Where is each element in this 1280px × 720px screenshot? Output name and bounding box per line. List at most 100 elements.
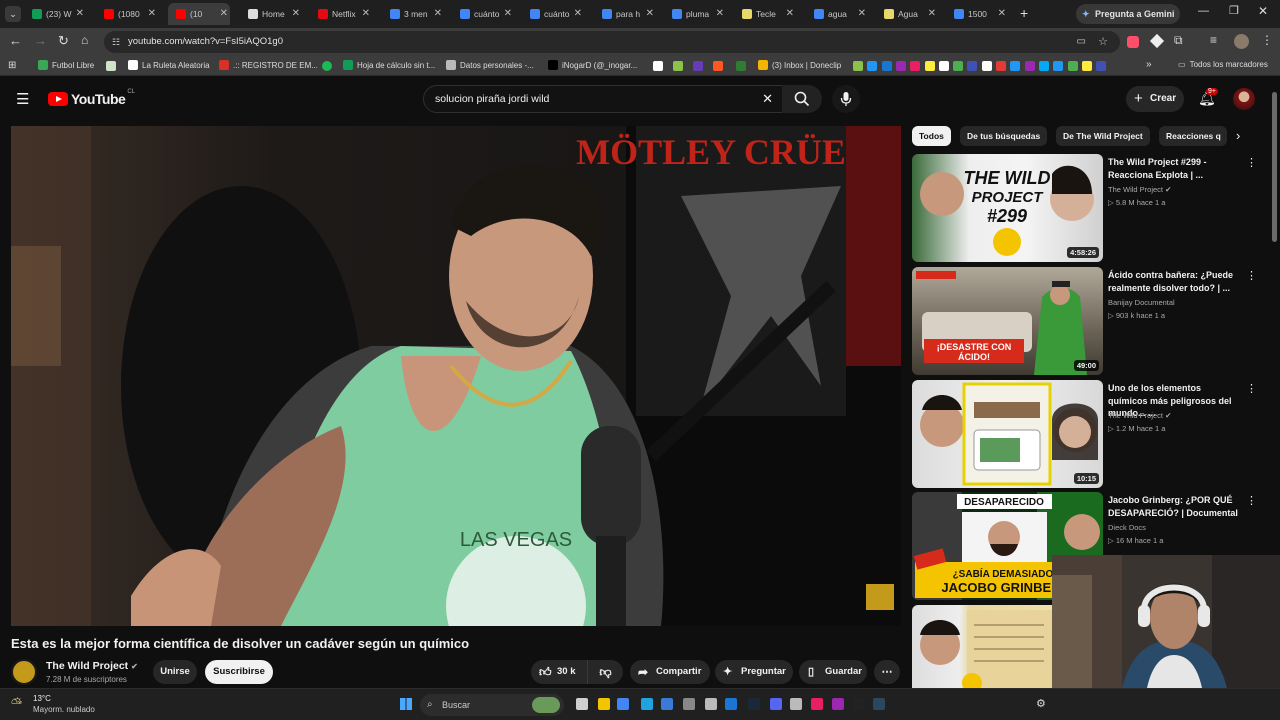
bookmark-star-icon[interactable]: ☆	[1098, 31, 1108, 53]
chip-de-the-wild-project[interactable]: De The Wild Project	[1056, 126, 1150, 146]
clear-search-icon[interactable]: ✕	[762, 86, 773, 112]
bookmark-shortcut-icon[interactable]	[1067, 61, 1078, 71]
more-vert-icon[interactable]: ⋮	[1246, 156, 1257, 169]
extension-record-icon[interactable]	[1127, 36, 1139, 48]
steam-icon[interactable]	[748, 698, 760, 710]
channel-name[interactable]: The Wild Project ✔	[46, 660, 138, 672]
browser-tab[interactable]: cuánto ✕	[452, 3, 514, 25]
close-window-icon[interactable]: ✕	[1258, 4, 1268, 18]
recommended-title[interactable]: Jacobo Grinberg: ¿POR QUÉ DESAPARECIÓ? |…	[1108, 494, 1238, 519]
close-tab-icon[interactable]: ✕	[362, 8, 370, 19]
site-info-icon[interactable]: ☷	[112, 31, 120, 53]
bookmark-datos-personales[interactable]: Datos personales -...	[446, 60, 534, 70]
profile-avatar-icon[interactable]	[1234, 34, 1249, 49]
browser-menu-icon[interactable]: ⋮	[1261, 33, 1273, 47]
gemini-button[interactable]: ✦ Pregunta a Gemini	[1076, 4, 1180, 24]
tab-search-icon[interactable]: ⌄	[5, 6, 21, 22]
close-tab-icon[interactable]: ✕	[220, 8, 228, 19]
more-vert-icon[interactable]: ⋮	[1246, 382, 1257, 395]
close-tab-icon[interactable]: ✕	[292, 8, 300, 19]
bookmark-shortcut-icon[interactable]	[1053, 61, 1064, 71]
browser-tab[interactable]: 3 men ✕	[382, 3, 444, 25]
bookmark-futbol-libre[interactable]: Futbol Libre	[38, 60, 94, 70]
app-icon[interactable]	[790, 698, 802, 710]
more-vert-icon[interactable]: ⋮	[1246, 494, 1257, 507]
forward-icon[interactable]: →	[34, 33, 47, 48]
steam-icon[interactable]	[873, 698, 885, 710]
join-button[interactable]: Unirse	[153, 660, 197, 684]
task-view-icon[interactable]	[576, 698, 588, 710]
search-input[interactable]: solucion piraña jordi wild ✕	[423, 85, 790, 113]
home-icon[interactable]: ⌂	[81, 33, 88, 47]
restore-icon[interactable]: ❐	[1229, 4, 1239, 17]
bookmarks-overflow-icon[interactable]: »	[1146, 59, 1152, 70]
weather-temp[interactable]: 13°C	[33, 694, 51, 703]
taskbar-search-input[interactable]: ⌕ Buscar	[420, 694, 564, 716]
browser-tab[interactable]: agua ✕	[806, 3, 868, 25]
recommended-title[interactable]: The Wild Project #299 - Reacciona Explot…	[1108, 156, 1238, 181]
save-button[interactable]: ▯ Guardar	[799, 660, 867, 684]
chip-de-tus-busquedas[interactable]: De tus búsquedas	[960, 126, 1048, 146]
browser-tab[interactable]: (1080 ✕	[96, 3, 158, 25]
bookmark-shortcut-icon[interactable]	[1038, 61, 1049, 71]
bookmark-shortcut-icon[interactable]	[981, 61, 992, 71]
close-tab-icon[interactable]: ✕	[646, 8, 654, 19]
close-tab-icon[interactable]: ✕	[574, 8, 582, 19]
recommended-video[interactable]: 10:15 Uno de los elementos químicos más …	[912, 380, 1262, 488]
app-icon[interactable]	[853, 698, 865, 710]
browser-tab[interactable]: Agua ✕	[876, 3, 938, 25]
bookmark-registro[interactable]: .:: REGISTRO DE EM...	[219, 60, 318, 70]
browser-tab[interactable]: (10 ✕	[168, 3, 230, 25]
bookmark-ruleta[interactable]: La Ruleta Aleatoria	[128, 60, 210, 70]
recommended-channel[interactable]: Banijay Documental	[1108, 298, 1175, 307]
windows-start-icon[interactable]	[400, 698, 412, 710]
bookmark-shortcut-icon[interactable]	[938, 61, 949, 71]
browser-tab[interactable]: cuánto ✕	[522, 3, 584, 25]
bookmark-shortcut-icon[interactable]	[967, 61, 978, 71]
more-actions-button[interactable]: ⋯	[874, 660, 900, 684]
file-explorer-icon[interactable]	[598, 698, 610, 710]
browser-tab[interactable]: Netflix ✕	[310, 3, 372, 25]
share-button[interactable]: ➦ Compartir	[630, 660, 710, 684]
bookmark-shortcut-icon[interactable]	[953, 61, 964, 71]
close-tab-icon[interactable]: ✕	[998, 8, 1006, 19]
channel-avatar[interactable]	[11, 659, 37, 685]
reading-list-icon[interactable]: ≡	[1210, 33, 1217, 47]
bookmark-shortcut-icon[interactable]	[693, 61, 703, 71]
browser-tab[interactable]: pluma ✕	[664, 3, 726, 25]
chrome-icon[interactable]	[617, 698, 629, 710]
video-thumbnail[interactable]: ¡DESASTRE CON ÁCIDO! 49:00	[912, 267, 1103, 375]
subscribe-button[interactable]: Suscribirse	[205, 660, 273, 684]
bookmark-shortcut-icon[interactable]	[713, 61, 723, 71]
discord-icon[interactable]	[770, 698, 782, 710]
recommended-channel[interactable]: Dieck Docs	[1108, 523, 1146, 532]
bookmark-shortcut-icon[interactable]	[1010, 61, 1021, 71]
browser-tab[interactable]: para h ✕	[594, 3, 656, 25]
bookmark-tiktok[interactable]: iNogarD (@_inogar...	[548, 60, 637, 70]
bookmark-shortcut-icon[interactable]	[653, 61, 663, 71]
recommended-title[interactable]: Ácido contra bañera: ¿Puede realmente di…	[1108, 269, 1238, 294]
reload-icon[interactable]: ↻	[58, 33, 69, 49]
search-button[interactable]	[782, 85, 822, 113]
recommended-channel[interactable]: The Wild Project ✔	[1108, 185, 1171, 194]
bookmark-shortcut-icon[interactable]	[736, 61, 746, 71]
close-tab-icon[interactable]: ✕	[716, 8, 724, 19]
chip-reacciones[interactable]: Reacciones q	[1159, 126, 1227, 146]
ask-button[interactable]: ✦ Preguntar	[715, 660, 793, 684]
bookmark-shortcut-icon[interactable]	[1096, 61, 1107, 71]
chip-todos[interactable]: Todos	[912, 126, 951, 146]
video-player[interactable]: MÖTLEY CRÜE LAS VEGAS	[11, 126, 901, 626]
youtube-logo[interactable]: YouTube CL	[48, 89, 135, 107]
dislike-button[interactable]: 👎︎	[587, 660, 623, 684]
recommended-video[interactable]: ¡DESASTRE CON ÁCIDO! 49:00 Ácido contra …	[912, 267, 1262, 375]
bookmark-shortcut-icon[interactable]	[867, 61, 878, 71]
bookmark-hoja-calculo[interactable]: Hoja de cálculo sin t...	[343, 60, 435, 70]
settings-app-icon[interactable]	[705, 698, 717, 710]
bookmark-shortcut-icon[interactable]	[853, 61, 863, 71]
mail-icon[interactable]	[725, 698, 737, 710]
app-icon[interactable]	[683, 698, 695, 710]
recommended-channel[interactable]: The Wild Project ✔	[1108, 411, 1171, 420]
bookmark-shortcut-icon[interactable]	[1024, 61, 1035, 71]
more-vert-icon[interactable]: ⋮	[1246, 269, 1257, 282]
video-thumbnail[interactable]: 10:15	[912, 380, 1103, 488]
